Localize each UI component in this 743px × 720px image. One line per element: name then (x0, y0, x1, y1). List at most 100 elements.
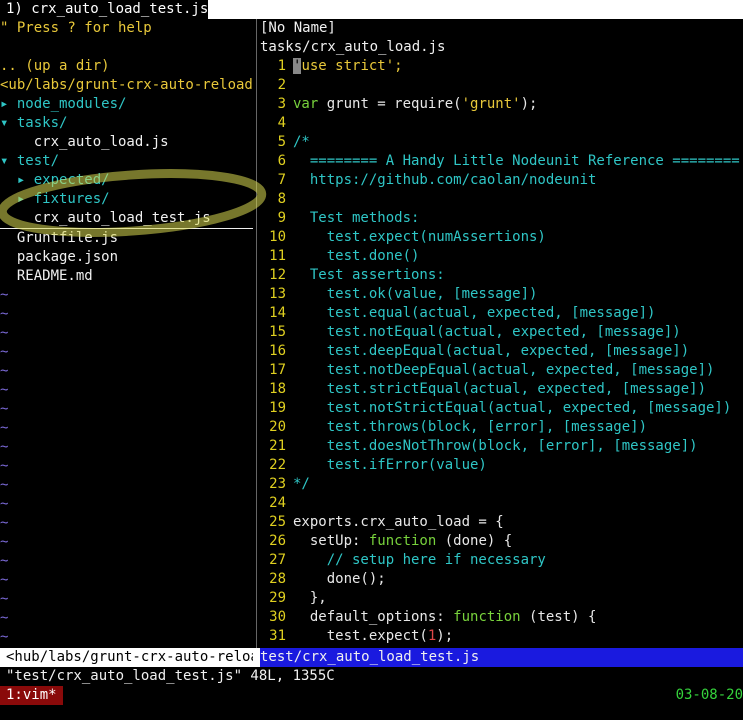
empty-line-tilde: ~ (0, 420, 9, 436)
code-text: /* (293, 133, 743, 152)
code-line[interactable]: 25 exports.crx_auto_load = { (260, 513, 743, 532)
code-text: ======== A Handy Little Nodeunit Referen… (293, 152, 743, 171)
tree-file[interactable]: crx_auto_load.js (0, 133, 253, 152)
empty-line-tilde: ~ (0, 306, 9, 322)
nerdtree-pane[interactable]: " Press ? for help .. (up a dir) <ub/lab… (0, 19, 253, 648)
code-line[interactable]: 26 setUp: function (done) { (260, 532, 743, 551)
empty-line-tilde: ~ (0, 591, 9, 607)
code-line[interactable]: 19 test.notStrictEqual(actual, expected,… (260, 399, 743, 418)
tree-file[interactable]: Gruntfile.js (0, 229, 253, 248)
code-text: test.throws(block, [error], [message]) (293, 418, 743, 437)
empty-line-tilde: ~ (0, 363, 9, 379)
empty-line-tilde: ~ (0, 401, 9, 417)
code-line[interactable]: 23 */ (260, 475, 743, 494)
code-line[interactable]: 30 default_options: function (test) { (260, 608, 743, 627)
line-number: 8 (277, 191, 286, 207)
code-line[interactable]: 15 test.notEqual(actual, expected, [mess… (260, 323, 743, 342)
vertical-split-divider[interactable] (253, 19, 260, 648)
line-number: 17 (269, 362, 286, 378)
code-line[interactable]: 6 ======== A Handy Little Nodeunit Refer… (260, 152, 743, 171)
code-line[interactable]: 17 test.notDeepEqual(actual, expected, [… (260, 361, 743, 380)
tree-directory[interactable]: ▸ node_modules/ (0, 95, 253, 114)
code-line[interactable]: 11 test.done() (260, 247, 743, 266)
line-number: 22 (269, 457, 286, 473)
code-text: exports.crx_auto_load = { (293, 513, 743, 532)
tree-file[interactable]: crx_auto_load_test.js (0, 209, 253, 229)
statusline-divider (253, 648, 260, 667)
empty-line-tilde: ~ (0, 496, 9, 512)
code-text: test.strictEqual(actual, expected, [mess… (293, 380, 743, 399)
code-area[interactable]: 1'use strict'; 2 3 var grunt = require('gru… (260, 57, 743, 646)
code-line[interactable]: 27 // setup here if necessary (260, 551, 743, 570)
code-text: // setup here if necessary (293, 551, 743, 570)
code-text: done(); (293, 570, 743, 589)
tree-directory[interactable]: ▾ tasks/ (0, 114, 253, 133)
code-line[interactable]: 13 test.ok(value, [message]) (260, 285, 743, 304)
code-line[interactable]: 29 }, (260, 589, 743, 608)
code-line[interactable]: 22 test.ifError(value) (260, 456, 743, 475)
tree-file[interactable]: package.json (0, 248, 253, 267)
code-line[interactable]: 10 test.expect(numAssertions) (260, 228, 743, 247)
code-line[interactable]: 20 test.throws(block, [error], [message]… (260, 418, 743, 437)
code-line[interactable]: 5 /* (260, 133, 743, 152)
code-line[interactable]: 31 test.expect(1); (260, 627, 743, 646)
tree-directory[interactable]: ▸ expected/ (0, 171, 253, 190)
code-line[interactable]: 4 (260, 114, 743, 133)
line-number: 15 (269, 324, 286, 340)
tree-file[interactable]: README.md (0, 267, 253, 286)
code-token: var (293, 96, 319, 112)
code-line[interactable]: 2 (260, 76, 743, 95)
line-number: 5 (277, 134, 286, 150)
line-number: 11 (269, 248, 286, 264)
code-line[interactable]: 24 (260, 494, 743, 513)
code-line[interactable]: 18 test.strictEqual(actual, expected, [m… (260, 380, 743, 399)
code-text: }, (293, 589, 743, 608)
code-line[interactable]: 14 test.equal(actual, expected, [message… (260, 304, 743, 323)
editor-pane[interactable]: [No Name] tasks/crx_auto_load.js 1 'use s… (260, 19, 743, 648)
line-number: 30 (269, 609, 286, 625)
code-token: Test methods: (293, 210, 420, 226)
nerdtree-help-hint: " Press ? for help (0, 20, 152, 36)
code-token: https://github.com/caolan/nodeunit (293, 172, 597, 188)
nerdtree-up-dir[interactable]: .. (up a dir) (0, 57, 253, 76)
code-line[interactable]: 1 'use strict'; (260, 57, 743, 76)
code-line[interactable]: 3 var grunt = require('grunt'); (260, 95, 743, 114)
empty-line-tilde: ~ (0, 439, 9, 455)
code-line[interactable]: 7 https://github.com/caolan/nodeunit (260, 171, 743, 190)
code-token: test.notEqual(actual, expected, [message… (293, 324, 681, 340)
empty-line-tilde: ~ (0, 344, 9, 360)
nerdtree-root-path[interactable]: <ub/labs/grunt-crx-auto-reload/ (0, 76, 253, 95)
code-token: test.expect(numAssertions) (293, 229, 546, 245)
code-text: setUp: function (done) { (293, 532, 743, 551)
code-line[interactable]: 16 test.deepEqual(actual, expected, [mes… (260, 342, 743, 361)
empty-line-tilde: ~ (0, 287, 9, 303)
code-token: default_options: (293, 609, 454, 625)
code-line[interactable]: 21 test.doesNotThrow(block, [error], [me… (260, 437, 743, 456)
line-number: 9 (277, 210, 286, 226)
code-line[interactable]: 28 done(); (260, 570, 743, 589)
code-token: test.strictEqual(actual, expected, [mess… (293, 381, 707, 397)
terminal-tab-title[interactable]: 1) crx_auto_load_test.js (0, 0, 215, 19)
code-token: Test assertions: (293, 267, 445, 283)
code-line[interactable]: 12 Test assertions: (260, 266, 743, 285)
code-token: test.ok(value, [message]) (293, 286, 538, 302)
terminal-title-bar: 1) crx_auto_load_test.js (0, 0, 743, 19)
empty-line-tilde: ~ (0, 572, 9, 588)
line-number: 12 (269, 267, 286, 283)
code-line[interactable]: 9 Test methods: (260, 209, 743, 228)
code-token: ); (520, 96, 538, 112)
code-token: test.deepEqual(actual, expected, [messag… (293, 343, 690, 359)
tree-directory[interactable]: ▸ fixtures/ (0, 190, 253, 209)
line-number: 26 (269, 533, 286, 549)
line-number: 13 (269, 286, 286, 302)
code-text: test.equal(actual, expected, [message]) (293, 304, 743, 323)
line-number: 2 (277, 77, 286, 93)
code-line[interactable]: 8 (260, 190, 743, 209)
vim-command-line[interactable]: "test/crx_auto_load_test.js" 48L, 1355C (0, 667, 743, 686)
tmux-window-tab[interactable]: 1:vim* (0, 686, 63, 705)
buffer-file-path: tasks/crx_auto_load.js (260, 39, 446, 55)
code-token: function (368, 533, 437, 549)
tree-directory[interactable]: ▾ test/ (0, 152, 253, 171)
